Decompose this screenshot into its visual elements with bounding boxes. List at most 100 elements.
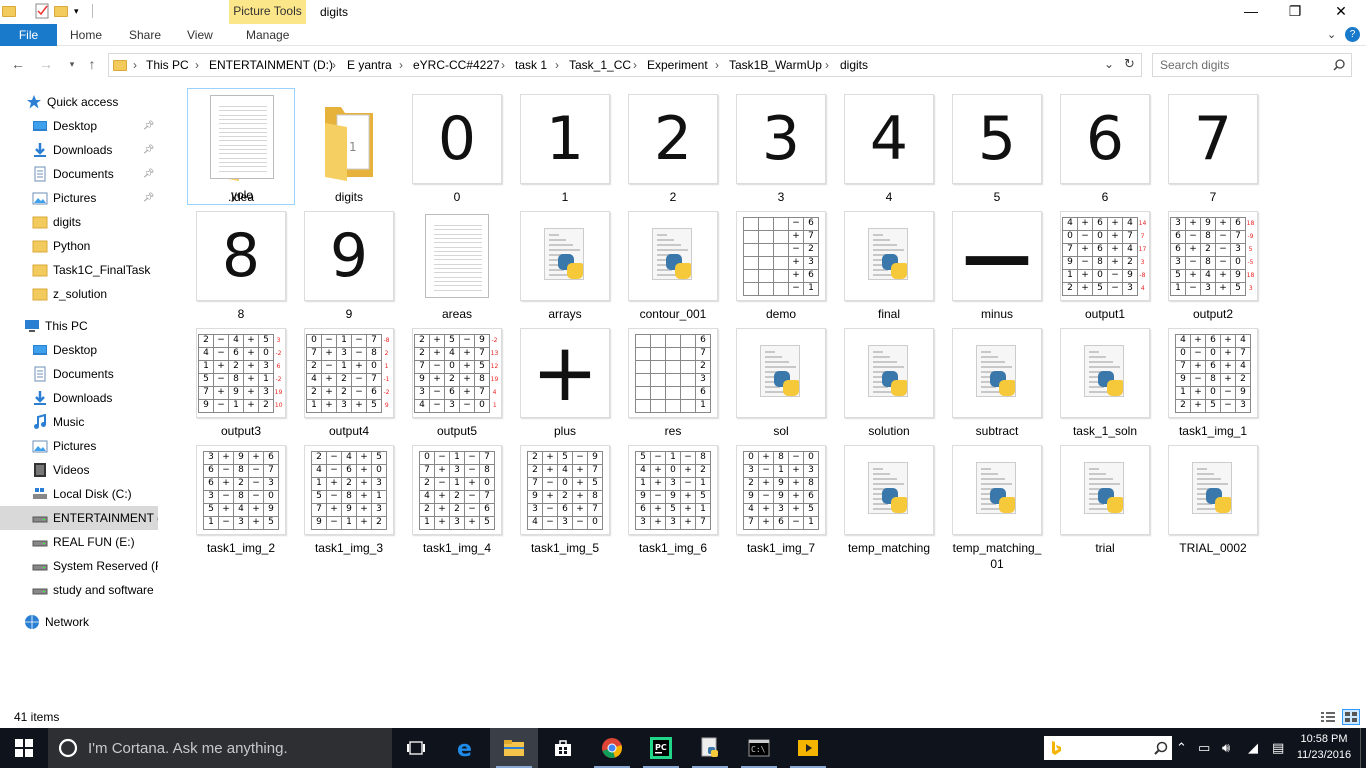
file-item[interactable]: 00 bbox=[403, 91, 511, 208]
pycharm-icon[interactable]: PC bbox=[637, 728, 685, 768]
breadcrumb-e-yantra[interactable]: E yantra bbox=[347, 58, 392, 72]
nav-this-pc[interactable]: This PC bbox=[0, 314, 158, 338]
file-item[interactable]: 2−4 +5 3 4−6 +0 -2 1 +2 +3 6 5−8 +1 -2 7 +9 +3 19 9−1 +2 10… bbox=[187, 325, 295, 442]
file-item[interactable]: 2−4 +5 4−6 +0 1 +2 +3 5−8 +1 7 +9 +3 9−1 +2 task1_img_… bbox=[295, 442, 403, 559]
tab-manage[interactable]: Manage bbox=[246, 24, 289, 46]
properties-icon[interactable] bbox=[34, 3, 50, 19]
file-item[interactable]: task_1_soln bbox=[1051, 325, 1159, 442]
pin-icon[interactable]: 📌︎ bbox=[143, 144, 154, 155]
file-item[interactable]: 6 7 2 3 6 1 res bbox=[619, 325, 727, 442]
file-item[interactable]: 77 bbox=[1159, 91, 1267, 208]
cmd-icon[interactable]: C:\ bbox=[735, 728, 783, 768]
tab-view[interactable]: View bbox=[187, 24, 213, 46]
file-item[interactable]: 3 +9 +6 18 6−8−7 -9 6 +2−3 5 3−8−0 -5 5 +4 +9 18 1−3 +5 3… bbox=[1159, 208, 1267, 325]
nav-item-task1c-finaltask[interactable]: Task1C_FinalTask bbox=[0, 258, 158, 282]
file-item[interactable]: 2 +5−9 -2 2 +4 +7 13 7−0 +5 12 9 +2 +8 19 3−6 +7 4 4−3−0 1… bbox=[403, 325, 511, 442]
nav-item-desktop[interactable]: Desktop bbox=[0, 338, 158, 362]
nav-item-downloads[interactable]: Downloads 📌︎ bbox=[0, 138, 158, 162]
back-arrow-icon[interactable]: ← bbox=[10, 55, 26, 73]
address-dropdown-icon[interactable]: ⌄ bbox=[1104, 57, 1114, 71]
file-item[interactable]: subtract bbox=[943, 325, 1051, 442]
file-item[interactable]: 44 bbox=[835, 91, 943, 208]
breadcrumb-this-pc[interactable]: This PC bbox=[146, 58, 189, 72]
network-icon[interactable]: ◢ bbox=[1248, 740, 1258, 756]
file-item[interactable]: 1 digits bbox=[295, 91, 403, 208]
customize-qat-icon[interactable]: ▾ bbox=[74, 3, 84, 19]
tab-file[interactable]: File bbox=[0, 24, 57, 46]
details-view-icon[interactable] bbox=[1320, 710, 1336, 724]
nav-item-entertainment-d-[interactable]: ENTERTAINMENT (D:) bbox=[0, 506, 158, 530]
file-item[interactable]: 99 bbox=[295, 208, 403, 325]
nav-item-videos[interactable]: Videos bbox=[0, 458, 158, 482]
file-item[interactable]: 2 +5−9 2 +4 +7 7−0 +5 9 +2 +8 3−6 +7 4−3−0 task1_img_… bbox=[511, 442, 619, 559]
expand-ribbon-icon[interactable]: ⌄ bbox=[1327, 24, 1336, 46]
search-icon[interactable] bbox=[1154, 741, 1168, 755]
show-hidden-icons-icon[interactable]: ⌃ bbox=[1176, 740, 1187, 756]
nav-item-z-solution[interactable]: z_solution bbox=[0, 282, 158, 306]
nav-item-study-and-software[interactable]: study and software bbox=[0, 578, 158, 602]
file-item[interactable]: arrays bbox=[511, 208, 619, 325]
system-clock[interactable]: 10:58 PM 11/23/2016 bbox=[1296, 731, 1352, 763]
file-item[interactable]: trial bbox=[1051, 442, 1159, 559]
file-item[interactable]: areas bbox=[403, 208, 511, 325]
minimize-button[interactable]: — bbox=[1228, 0, 1274, 24]
nav-item-system-reserved-f-[interactable]: System Reserved (F:) bbox=[0, 554, 158, 578]
breadcrumb-experiment[interactable]: Experiment bbox=[647, 58, 708, 72]
breadcrumb-task1b-warmup[interactable]: Task1B_WarmUp bbox=[729, 58, 822, 72]
help-icon[interactable]: ? bbox=[1345, 27, 1360, 42]
file-item[interactable]: 88 bbox=[187, 208, 295, 325]
file-item[interactable]: 0 +8−0 3−1 +3 2 +9 +8 9−9 +6 4 +3 +5 7 +6−1 task1_img_… bbox=[727, 442, 835, 559]
nav-item-digits[interactable]: digits bbox=[0, 210, 158, 234]
file-item[interactable]: 3 +9 +6 6−8−7 6 +2−3 3−8−0 5 +4 +9 1−3 +5 task1_img_… bbox=[187, 442, 295, 559]
nav-item-desktop[interactable]: Desktop 📌︎ bbox=[0, 114, 158, 138]
breadcrumb-task-1-cc[interactable]: Task_1_CC bbox=[569, 58, 631, 72]
task-view-icon[interactable] bbox=[392, 728, 440, 768]
nav-quick-access[interactable]: Quick access bbox=[0, 90, 158, 114]
file-item[interactable]: yolo bbox=[187, 88, 295, 205]
breadcrumb-entertainment[interactable]: ENTERTAINMENT (D:) bbox=[209, 58, 333, 72]
file-item[interactable]: — minus bbox=[943, 208, 1051, 325]
file-item[interactable]: contour_001 bbox=[619, 208, 727, 325]
nav-item-downloads[interactable]: Downloads bbox=[0, 386, 158, 410]
nav-item-pictures[interactable]: Pictures bbox=[0, 434, 158, 458]
forward-arrow-icon[interactable]: → bbox=[38, 55, 54, 73]
recent-locations-icon[interactable]: ▾ bbox=[64, 55, 80, 73]
new-folder-icon[interactable] bbox=[54, 3, 70, 19]
large-icons-view-icon[interactable] bbox=[1342, 709, 1360, 725]
breadcrumb-digits[interactable]: digits bbox=[840, 58, 868, 72]
store-icon[interactable] bbox=[539, 728, 587, 768]
breadcrumb-task-1[interactable]: task 1 bbox=[515, 58, 547, 72]
nav-item-local-disk-c-[interactable]: Local Disk (C:) bbox=[0, 482, 158, 506]
nav-network[interactable]: Network bbox=[0, 610, 158, 634]
pin-icon[interactable]: 📌︎ bbox=[143, 168, 154, 179]
pin-icon[interactable]: 📌︎ bbox=[143, 120, 154, 131]
file-item[interactable]: 22 bbox=[619, 91, 727, 208]
nav-item-documents[interactable]: Documents 📌︎ bbox=[0, 162, 158, 186]
edge-icon[interactable]: e bbox=[441, 728, 489, 768]
nav-item-python[interactable]: Python bbox=[0, 234, 158, 258]
close-button[interactable]: ✕ bbox=[1318, 0, 1364, 24]
file-item[interactable]: 4 +6 +4 14 0−0 +7 7 7 +6 +4 17 9−8 +2 3 1 +0−9 -8 2 +5−3 4 o… bbox=[1051, 208, 1159, 325]
chrome-icon[interactable] bbox=[588, 728, 636, 768]
folder-icon[interactable] bbox=[2, 3, 18, 19]
file-item[interactable]: 66 bbox=[1051, 91, 1159, 208]
file-item[interactable]: 0−1−7 -8 7 +3−8 2 2−1 +0 1 4 +2−7 -1 2 +2−6 -2 1 +3 +5 9 o… bbox=[295, 325, 403, 442]
volume-icon[interactable]: 🔊︎ bbox=[1222, 740, 1230, 756]
nav-item-music[interactable]: Music bbox=[0, 410, 158, 434]
file-item[interactable]: temp_matching bbox=[835, 442, 943, 559]
file-item[interactable]: 0−1−7 7 +3−8 2−1 +0 4 +2−7 2 +2−6 1 +3 +5 task1_img_… bbox=[403, 442, 511, 559]
file-item[interactable]: −6 +7−2 +3 +6−1 demo bbox=[727, 208, 835, 325]
nav-item-real-fun-e-[interactable]: REAL FUN (E:) bbox=[0, 530, 158, 554]
tab-share[interactable]: Share bbox=[129, 24, 161, 46]
address-bar[interactable]: › This PC › ENTERTAINMENT (D:) › E yantr… bbox=[108, 53, 1142, 77]
nav-item-documents[interactable]: Documents bbox=[0, 362, 158, 386]
battery-icon[interactable]: ▭ bbox=[1198, 740, 1210, 756]
file-item[interactable]: 55 bbox=[943, 91, 1051, 208]
media-player-icon[interactable] bbox=[784, 728, 832, 768]
file-item[interactable]: solution bbox=[835, 325, 943, 442]
file-item[interactable]: 11 bbox=[511, 91, 619, 208]
search-icon[interactable] bbox=[1333, 59, 1345, 71]
show-desktop-button[interactable] bbox=[1360, 728, 1366, 768]
action-center-icon[interactable]: ▤ bbox=[1272, 740, 1284, 756]
search-box[interactable] bbox=[1152, 53, 1352, 77]
